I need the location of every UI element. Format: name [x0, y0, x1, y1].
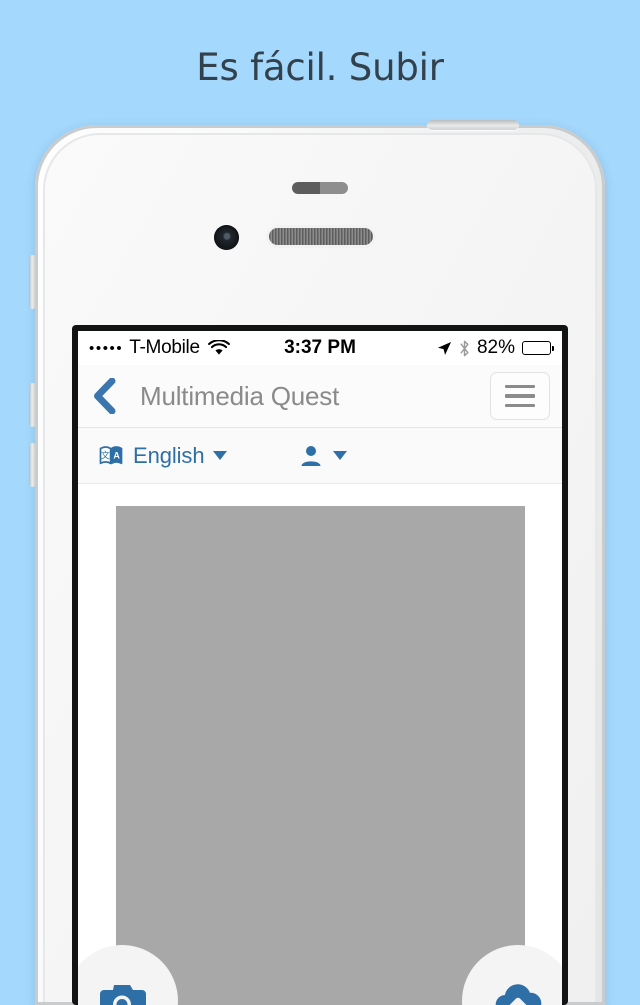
power-button[interactable]: [427, 120, 519, 130]
translate-book-icon: 文 A: [98, 443, 124, 469]
svg-text:文: 文: [101, 449, 110, 460]
carrier-label: T-Mobile: [129, 337, 199, 359]
volume-down-button[interactable]: [29, 443, 36, 487]
status-bar-right: 82%: [437, 337, 551, 359]
front-camera: [214, 225, 239, 250]
earpiece-speaker: [269, 228, 373, 245]
proximity-sensor: [292, 182, 348, 194]
camera-icon: [97, 980, 147, 1005]
status-bar: ••••• T-Mobile 3:37 PM: [78, 331, 562, 365]
location-arrow-icon: [437, 341, 452, 356]
media-placeholder[interactable]: [116, 506, 525, 1005]
content-area: [78, 484, 562, 1005]
user-selector[interactable]: [299, 444, 347, 468]
sub-toolbar: 文 A English: [78, 428, 562, 484]
promo-headline: Es fácil. Subir: [0, 46, 640, 89]
mute-switch[interactable]: [29, 255, 36, 309]
screen-bezel: ••••• T-Mobile 3:37 PM: [72, 325, 568, 1005]
battery-percent-label: 82%: [477, 337, 515, 359]
language-selector[interactable]: 文 A English: [98, 443, 227, 469]
person-icon: [299, 444, 323, 468]
wifi-icon: [208, 340, 230, 356]
svg-text:A: A: [113, 450, 120, 460]
navigation-bar: Multimedia Quest: [78, 365, 562, 428]
phone-device: ••••• T-Mobile 3:37 PM: [35, 125, 605, 1005]
volume-up-button[interactable]: [29, 383, 36, 427]
page-title: Multimedia Quest: [140, 381, 339, 412]
battery-icon: [522, 341, 551, 355]
phone-screen: ••••• T-Mobile 3:37 PM: [78, 331, 562, 1005]
cloud-upload-icon: [492, 980, 544, 1005]
chevron-down-icon: [333, 451, 347, 460]
hamburger-menu-icon[interactable]: [490, 372, 550, 420]
back-chevron-icon[interactable]: [92, 377, 118, 415]
bluetooth-icon: [459, 340, 470, 357]
status-bar-left: ••••• T-Mobile: [89, 337, 230, 359]
chevron-down-icon: [213, 451, 227, 460]
signal-strength-dots: •••••: [89, 341, 123, 356]
language-label: English: [133, 443, 204, 469]
